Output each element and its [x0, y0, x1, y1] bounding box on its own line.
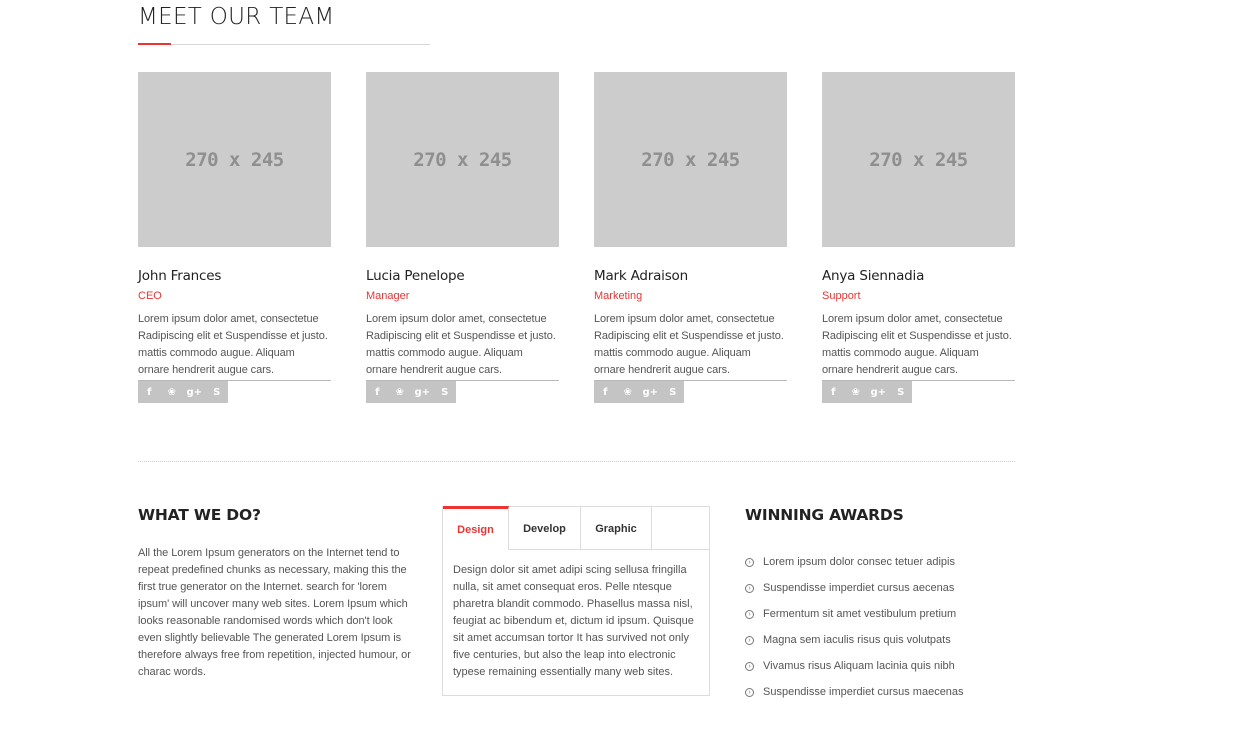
team-member-card: 270 x 245 John Frances CEO Lorem ipsum d…: [138, 72, 331, 403]
arrow-circle-icon: ›: [745, 583, 754, 593]
member-name: Anya Siennadia: [822, 268, 925, 284]
twitter-icon[interactable]: ❀: [161, 381, 184, 403]
member-bio: Lorem ipsum dolor amet, consectetue Radi…: [594, 313, 784, 376]
facebook-icon[interactable]: f: [366, 381, 389, 403]
team-member-card: 270 x 245 Mark Adraison Marketing Lorem …: [594, 72, 787, 403]
photo-size-label: 270 x 245: [413, 148, 512, 171]
list-item: › Vivamus risus Aliquam lacinia quis nibh: [745, 653, 964, 679]
photo-size-label: 270 x 245: [185, 148, 284, 171]
member-photo-placeholder: 270 x 245: [594, 72, 787, 247]
google-plus-icon[interactable]: g+: [639, 381, 662, 403]
list-item: › Suspendisse imperdiet cursus aecenas: [745, 575, 964, 601]
photo-size-label: 270 x 245: [869, 148, 968, 171]
member-name: Lucia Penelope: [366, 268, 465, 284]
google-plus-icon[interactable]: g+: [867, 381, 890, 403]
social-links: f ❀ g+ S: [138, 381, 228, 403]
social-links: f ❀ g+ S: [822, 381, 912, 403]
member-photo-placeholder: 270 x 245: [822, 72, 1015, 247]
team-member-card: 270 x 245 Lucia Penelope Manager Lorem i…: [366, 72, 559, 403]
google-plus-icon[interactable]: g+: [411, 381, 434, 403]
google-plus-icon[interactable]: g+: [183, 381, 206, 403]
skype-icon[interactable]: S: [890, 381, 913, 403]
arrow-circle-icon: ›: [745, 635, 754, 645]
list-item: › Fermentum sit amet vestibulum pretium: [745, 601, 964, 627]
arrow-circle-icon: ›: [745, 557, 754, 567]
facebook-icon[interactable]: f: [822, 381, 845, 403]
tabs-panel: Design Develop Graphic Design dolor sit …: [442, 506, 710, 696]
facebook-icon[interactable]: f: [138, 381, 161, 403]
skype-icon[interactable]: S: [662, 381, 685, 403]
twitter-icon[interactable]: ❀: [617, 381, 640, 403]
title-underline: [138, 44, 430, 45]
twitter-icon[interactable]: ❀: [389, 381, 412, 403]
member-photo-placeholder: 270 x 245: [138, 72, 331, 247]
member-role: CEO: [138, 290, 162, 302]
member-name: Mark Adraison: [594, 268, 688, 284]
member-role: Support: [822, 290, 861, 302]
member-bio: Lorem ipsum dolor amet, consectetue Radi…: [822, 313, 1012, 376]
what-we-do-title: WHAT WE DO?: [138, 506, 261, 524]
team-section-title: MEET OUR TEAM: [138, 4, 335, 30]
social-links: f ❀ g+ S: [366, 381, 456, 403]
arrow-circle-icon: ›: [745, 661, 754, 671]
member-photo-placeholder: 270 x 245: [366, 72, 559, 247]
tab-content: Design dolor sit amet adipi scing sellus…: [453, 564, 694, 678]
what-we-do-text: All the Lorem Ipsum generators on the In…: [138, 547, 411, 678]
tab-develop[interactable]: Develop: [509, 507, 581, 550]
list-item: › Lorem ipsum dolor consec tetuer adipis: [745, 549, 964, 575]
tab-design[interactable]: Design: [443, 506, 509, 550]
arrow-circle-icon: ›: [745, 687, 754, 697]
photo-size-label: 270 x 245: [641, 148, 740, 171]
section-divider: [138, 461, 1015, 462]
tab-graphic[interactable]: Graphic: [581, 507, 652, 550]
social-links: f ❀ g+ S: [594, 381, 684, 403]
member-name: John Frances: [138, 268, 222, 284]
member-role: Manager: [366, 290, 410, 302]
twitter-icon[interactable]: ❀: [845, 381, 868, 403]
member-bio: Lorem ipsum dolor amet, consectetue Radi…: [138, 313, 328, 376]
title-underline-accent: [138, 43, 171, 45]
facebook-icon[interactable]: f: [594, 381, 617, 403]
awards-list: › Lorem ipsum dolor consec tetuer adipis …: [745, 549, 964, 705]
list-item: › Suspendisse imperdiet cursus maecenas: [745, 679, 964, 705]
member-role: Marketing: [594, 290, 643, 302]
tab-bar: Design Develop Graphic: [443, 506, 709, 550]
skype-icon[interactable]: S: [206, 381, 229, 403]
awards-title: WINNING AWARDS: [745, 506, 904, 524]
arrow-circle-icon: ›: [745, 609, 754, 619]
member-bio: Lorem ipsum dolor amet, consectetue Radi…: [366, 313, 556, 376]
skype-icon[interactable]: S: [434, 381, 457, 403]
team-member-card: 270 x 245 Anya Siennadia Support Lorem i…: [822, 72, 1015, 403]
list-item: › Magna sem iaculis risus quis volutpats: [745, 627, 964, 653]
